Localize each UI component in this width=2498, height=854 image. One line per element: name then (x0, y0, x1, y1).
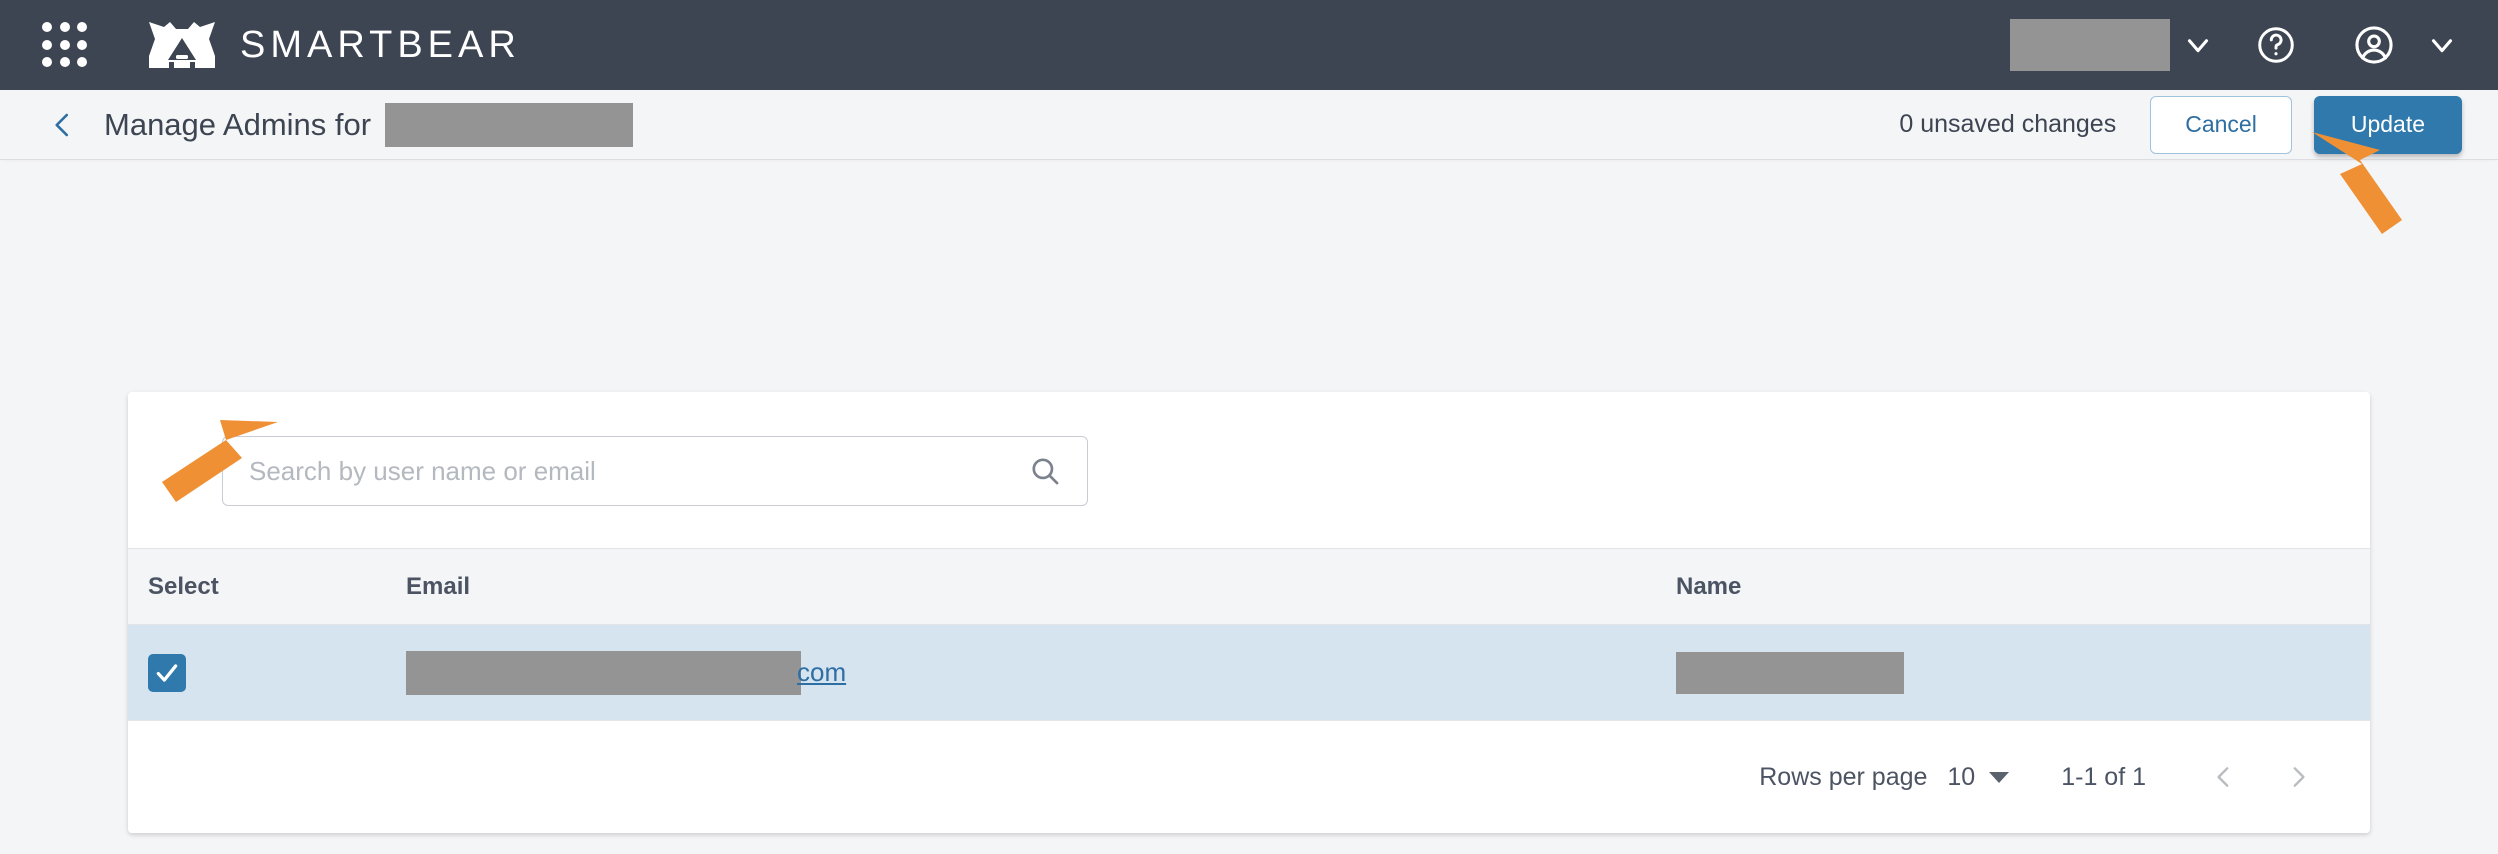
grid-dot (42, 57, 52, 68)
row-checkbox[interactable] (148, 653, 186, 692)
table-header-row: Select Email Name (128, 548, 2370, 625)
main-content: Select Email Name (0, 160, 2498, 833)
app-grid-icon[interactable] (42, 22, 88, 68)
search-input[interactable] (222, 436, 1088, 506)
column-header-name: Name (1676, 548, 2370, 625)
table-header: Select Email Name (128, 548, 2370, 625)
nav-right-controls (2010, 11, 2470, 79)
cell-email: com (406, 624, 1676, 721)
page-header: Manage Admins for 0 unsaved changes Canc… (0, 90, 2498, 160)
email-redacted (406, 650, 801, 695)
grid-dot (59, 57, 70, 68)
grid-dot (59, 39, 70, 50)
column-header-select: Select (128, 548, 406, 625)
brand-logo[interactable]: SMARTBEAR (146, 22, 521, 68)
page-title-target-redacted (385, 102, 634, 147)
grid-dot (59, 22, 70, 32)
grid-dot (77, 57, 88, 68)
unsaved-changes-status: 0 unsaved changes (1899, 110, 2117, 138)
brand-name: SMARTBEAR (240, 24, 521, 66)
check-icon (156, 663, 178, 682)
pagination-footer: Rows per page 10 1-1 of 1 (128, 721, 2370, 833)
chevron-left-icon (2217, 767, 2229, 787)
email-link-suffix[interactable]: com (797, 657, 846, 688)
grid-dot (77, 39, 88, 50)
grid-dot (42, 22, 52, 32)
chevron-right-icon (2293, 767, 2305, 787)
grid-dot (77, 22, 88, 32)
page-title-text: Manage Admins for (104, 106, 372, 142)
org-switcher-chevron-down-icon[interactable] (2170, 17, 2226, 73)
next-page-button[interactable] (2268, 747, 2328, 807)
cell-name (1676, 624, 2370, 721)
smartbear-bear-logo (149, 22, 215, 68)
cell-select (128, 624, 406, 721)
table-body: com (128, 624, 2370, 721)
cancel-button[interactable]: Cancel (2150, 95, 2292, 154)
name-redacted (1676, 651, 1904, 694)
column-header-email: Email (406, 548, 1676, 625)
search-wrapper (222, 436, 1088, 506)
update-button[interactable]: Update (2313, 95, 2462, 154)
back-chevron-left-icon[interactable] (48, 108, 78, 142)
previous-page-button[interactable] (2194, 747, 2254, 807)
rows-per-page-label: Rows per page (1759, 762, 1928, 791)
page-title: Manage Admins for (104, 102, 634, 147)
table-row[interactable]: com (128, 624, 2370, 721)
email-value: com (406, 650, 1676, 695)
org-name-redacted (2010, 19, 2170, 71)
help-circle-icon[interactable] (2242, 11, 2310, 79)
pagination-range-label: 1-1 of 1 (2061, 762, 2146, 791)
search-area (128, 392, 2370, 548)
rows-per-page-value[interactable]: 10 (1947, 763, 1975, 792)
top-navigation-bar: SMARTBEAR (0, 0, 2498, 90)
admins-card: Select Email Name (128, 392, 2370, 833)
account-menu-chevron-down-icon[interactable] (2414, 17, 2470, 73)
rows-per-page-caret-down-icon[interactable] (1989, 771, 2010, 783)
user-circle-icon[interactable] (2340, 11, 2408, 79)
grid-dot (42, 39, 52, 50)
admins-table: Select Email Name com (128, 548, 2370, 721)
search-icon[interactable] (1028, 454, 1062, 488)
header-actions: 0 unsaved changes Cancel Update (1899, 95, 2462, 154)
